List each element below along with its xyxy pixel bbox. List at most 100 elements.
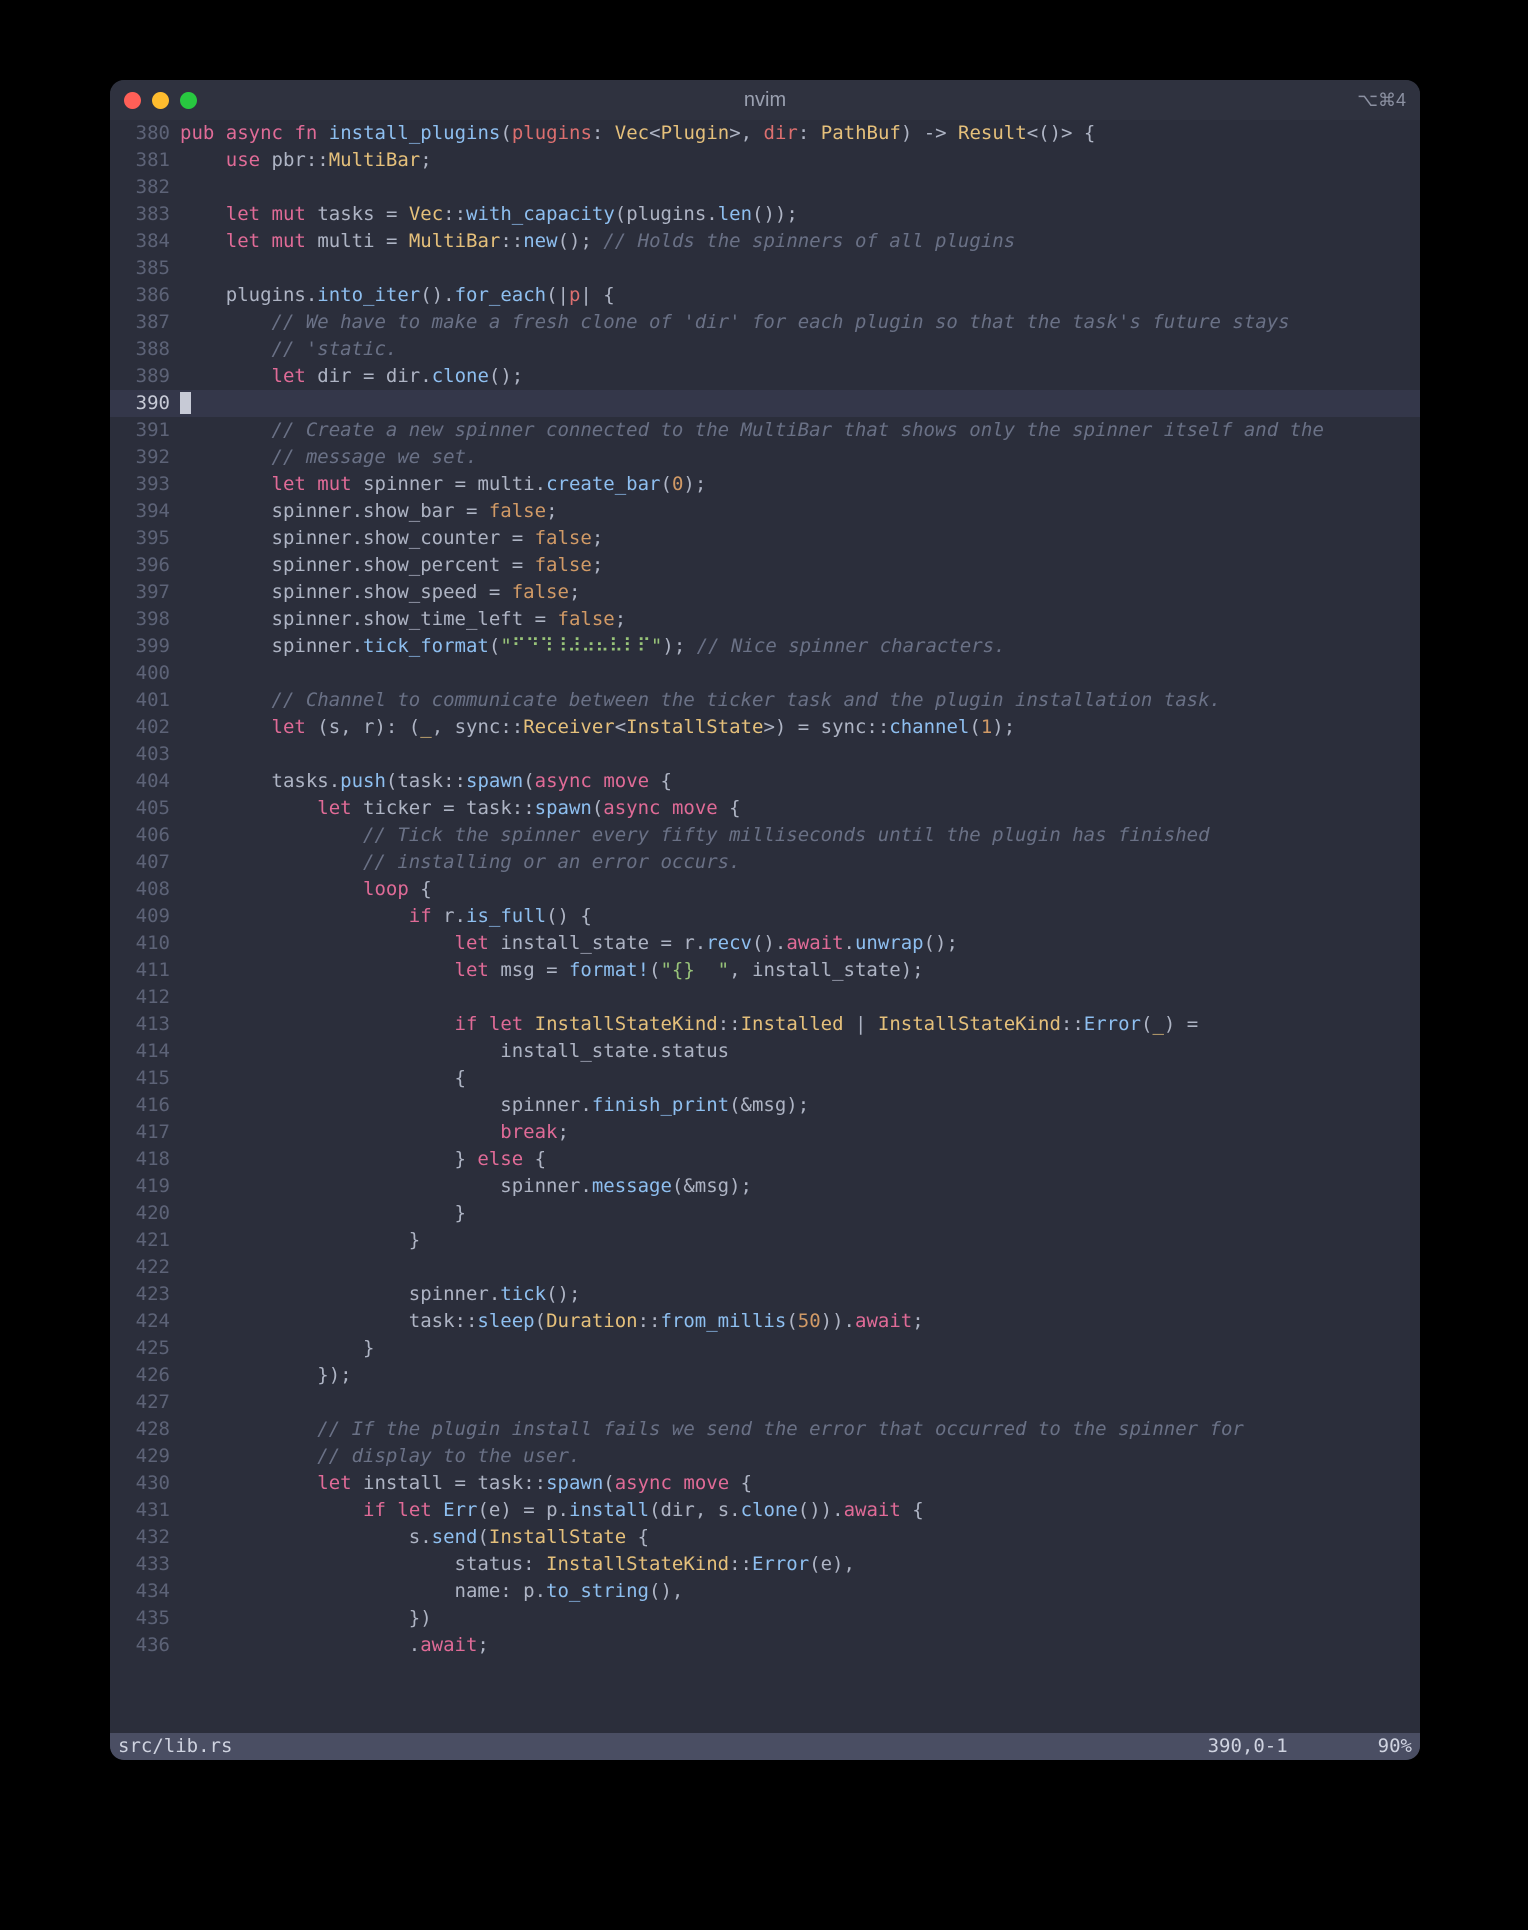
code-line[interactable]: 424 task::sleep(Duration::from_millis(50… <box>110 1308 1420 1335</box>
titlebar: nvim ⌥⌘4 <box>110 80 1420 120</box>
line-number: 402 <box>110 714 180 741</box>
code-content: if r.is_full() { <box>180 903 1420 930</box>
code-content: let ticker = task::spawn(async move { <box>180 795 1420 822</box>
code-line[interactable]: 394 spinner.show_bar = false; <box>110 498 1420 525</box>
code-content: spinner.show_percent = false; <box>180 552 1420 579</box>
code-line[interactable]: 415 { <box>110 1065 1420 1092</box>
code-line[interactable]: 384 let mut multi = MultiBar::new(); // … <box>110 228 1420 255</box>
code-line[interactable]: 431 if let Err(e) = p.install(dir, s.clo… <box>110 1497 1420 1524</box>
code-line[interactable]: 392 // message we set. <box>110 444 1420 471</box>
line-number: 388 <box>110 336 180 363</box>
code-line[interactable]: 433 status: InstallStateKind::Error(e), <box>110 1551 1420 1578</box>
code-line[interactable]: 401 // Channel to communicate between th… <box>110 687 1420 714</box>
code-content: spinner.show_speed = false; <box>180 579 1420 606</box>
code-line[interactable]: 434 name: p.to_string(), <box>110 1578 1420 1605</box>
line-number: 393 <box>110 471 180 498</box>
line-number: 394 <box>110 498 180 525</box>
code-line[interactable]: 395 spinner.show_counter = false; <box>110 525 1420 552</box>
code-line[interactable]: 386 plugins.into_iter().for_each(|p| { <box>110 282 1420 309</box>
code-content: // 'static. <box>180 336 1420 363</box>
code-line[interactable]: 418 } else { <box>110 1146 1420 1173</box>
code-line[interactable]: 409 if r.is_full() { <box>110 903 1420 930</box>
code-line[interactable]: 436 .await; <box>110 1632 1420 1659</box>
code-line[interactable]: 421 } <box>110 1227 1420 1254</box>
code-content <box>180 741 1420 768</box>
code-line[interactable]: 429 // display to the user. <box>110 1443 1420 1470</box>
code-line[interactable]: 411 let msg = format!("{} ", install_sta… <box>110 957 1420 984</box>
code-line[interactable]: 399 spinner.tick_format("⠋⠙⠹⠸⠼⠴⠦⠧⠇⠏"); /… <box>110 633 1420 660</box>
code-line[interactable]: 389 let dir = dir.clone(); <box>110 363 1420 390</box>
code-content: loop { <box>180 876 1420 903</box>
code-line[interactable]: 385 <box>110 255 1420 282</box>
line-number: 412 <box>110 984 180 1011</box>
code-line[interactable]: 380pub async fn install_plugins(plugins:… <box>110 120 1420 147</box>
code-content: { <box>180 1065 1420 1092</box>
line-number: 410 <box>110 930 180 957</box>
code-line[interactable]: 410 let install_state = r.recv().await.u… <box>110 930 1420 957</box>
code-line[interactable]: 391 // Create a new spinner connected to… <box>110 417 1420 444</box>
line-number: 381 <box>110 147 180 174</box>
code-line[interactable]: 383 let mut tasks = Vec::with_capacity(p… <box>110 201 1420 228</box>
minimize-window-button[interactable] <box>152 92 169 109</box>
code-line[interactable]: 432 s.send(InstallState { <box>110 1524 1420 1551</box>
code-content: } <box>180 1227 1420 1254</box>
code-line[interactable]: 423 spinner.tick(); <box>110 1281 1420 1308</box>
code-line[interactable]: 402 let (s, r): (_, sync::Receiver<Insta… <box>110 714 1420 741</box>
code-line[interactable]: 420 } <box>110 1200 1420 1227</box>
code-line[interactable]: 428 // If the plugin install fails we se… <box>110 1416 1420 1443</box>
code-line[interactable]: 407 // installing or an error occurs. <box>110 849 1420 876</box>
code-content: // Tick the spinner every fifty millisec… <box>180 822 1420 849</box>
window-shortcut-hint: ⌥⌘4 <box>1357 90 1406 111</box>
line-number: 433 <box>110 1551 180 1578</box>
code-line[interactable]: 388 // 'static. <box>110 336 1420 363</box>
line-number: 413 <box>110 1011 180 1038</box>
code-line[interactable]: 390 <box>110 390 1420 417</box>
line-number: 386 <box>110 282 180 309</box>
code-line[interactable]: 387 // We have to make a fresh clone of … <box>110 309 1420 336</box>
code-line[interactable]: 416 spinner.finish_print(&msg); <box>110 1092 1420 1119</box>
line-number: 408 <box>110 876 180 903</box>
code-line[interactable]: 397 spinner.show_speed = false; <box>110 579 1420 606</box>
code-line[interactable]: 393 let mut spinner = multi.create_bar(0… <box>110 471 1420 498</box>
code-content: s.send(InstallState { <box>180 1524 1420 1551</box>
line-number: 380 <box>110 120 180 147</box>
code-line[interactable]: 406 // Tick the spinner every fifty mill… <box>110 822 1420 849</box>
statusbar: src/lib.rs 390,0-1 90% <box>110 1733 1420 1760</box>
code-line[interactable]: 396 spinner.show_percent = false; <box>110 552 1420 579</box>
code-viewport[interactable]: 380pub async fn install_plugins(plugins:… <box>110 120 1420 1733</box>
line-number: 397 <box>110 579 180 606</box>
zoom-window-button[interactable] <box>180 92 197 109</box>
code-content: if let Err(e) = p.install(dir, s.clone()… <box>180 1497 1420 1524</box>
line-number: 431 <box>110 1497 180 1524</box>
code-line[interactable]: 408 loop { <box>110 876 1420 903</box>
code-content <box>180 174 1420 201</box>
code-line[interactable]: 403 <box>110 741 1420 768</box>
code-line[interactable]: 425 } <box>110 1335 1420 1362</box>
code-line[interactable]: 417 break; <box>110 1119 1420 1146</box>
code-line[interactable]: 400 <box>110 660 1420 687</box>
close-window-button[interactable] <box>124 92 141 109</box>
code-line[interactable]: 414 install_state.status <box>110 1038 1420 1065</box>
code-content <box>180 1254 1420 1281</box>
editor-area[interactable]: 380pub async fn install_plugins(plugins:… <box>110 120 1420 1760</box>
code-line[interactable]: 381 use pbr::MultiBar; <box>110 147 1420 174</box>
code-line[interactable]: 405 let ticker = task::spawn(async move … <box>110 795 1420 822</box>
code-line[interactable]: 412 <box>110 984 1420 1011</box>
code-content: if let InstallStateKind::Installed | Ins… <box>180 1011 1420 1038</box>
code-content: spinner.message(&msg); <box>180 1173 1420 1200</box>
cursor <box>180 392 191 414</box>
code-line[interactable]: 435 }) <box>110 1605 1420 1632</box>
code-line[interactable]: 382 <box>110 174 1420 201</box>
code-line[interactable]: 419 spinner.message(&msg); <box>110 1173 1420 1200</box>
line-number: 382 <box>110 174 180 201</box>
code-line[interactable]: 426 }); <box>110 1362 1420 1389</box>
code-line[interactable]: 413 if let InstallStateKind::Installed |… <box>110 1011 1420 1038</box>
code-line[interactable]: 398 spinner.show_time_left = false; <box>110 606 1420 633</box>
code-line[interactable]: 422 <box>110 1254 1420 1281</box>
line-number: 430 <box>110 1470 180 1497</box>
code-content: break; <box>180 1119 1420 1146</box>
code-content: // Create a new spinner connected to the… <box>180 417 1420 444</box>
code-line[interactable]: 404 tasks.push(task::spawn(async move { <box>110 768 1420 795</box>
code-line[interactable]: 430 let install = task::spawn(async move… <box>110 1470 1420 1497</box>
code-line[interactable]: 427 <box>110 1389 1420 1416</box>
